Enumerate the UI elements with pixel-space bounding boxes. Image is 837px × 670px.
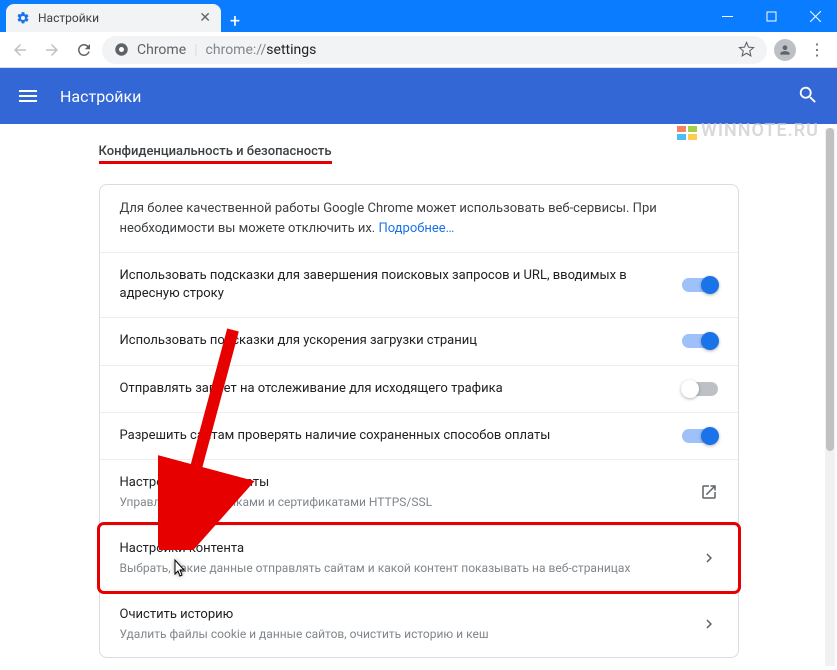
toggle-dnt[interactable]: [682, 382, 718, 396]
external-link-icon[interactable]: [700, 483, 718, 501]
row-sublabel: Управление настройками и сертификатами H…: [120, 494, 684, 511]
row-label: Настройки контента: [120, 540, 684, 558]
watermark: WINNOTE.RU: [677, 120, 819, 141]
tab-title: Настройки: [38, 11, 99, 25]
chrome-icon: [114, 42, 129, 57]
menu-icon[interactable]: [16, 84, 40, 108]
browser-menu-button[interactable]: ⋮: [803, 40, 831, 59]
profile-button[interactable]: [771, 36, 799, 64]
settings-content: Конфиденциальность и безопасность Для бо…: [0, 124, 837, 670]
chevron-right-icon: [700, 549, 718, 567]
close-icon[interactable]: ✕: [199, 10, 211, 26]
minimize-button[interactable]: [705, 0, 749, 32]
url-origin: Chrome: [137, 42, 186, 58]
intro-row: Для более качественной работы Google Chr…: [100, 185, 738, 252]
settings-title: Настройки: [60, 87, 141, 106]
tab-strip: Настройки ✕ +: [0, 0, 249, 32]
url-scheme: chrome://: [206, 42, 267, 58]
dnt-row[interactable]: Отправлять запрет на отслеживание для ис…: [100, 365, 738, 412]
avatar-icon: [774, 39, 796, 61]
browser-toolbar: Chrome | chrome://settings ⋮: [0, 32, 837, 68]
bookmark-icon[interactable]: [738, 41, 755, 58]
forward-button[interactable]: [38, 36, 66, 64]
section-title: Конфиденциальность и безопасность: [79, 144, 759, 172]
row-sublabel: Выбрать, какие данные отправлять сайтам …: [120, 560, 684, 577]
chevron-right-icon: [700, 615, 718, 633]
row-label: Разрешить сайтам проверять наличие сохра…: [120, 427, 666, 445]
flag-icon: [677, 124, 697, 138]
row-label: Использовать подсказки для завершения по…: [120, 267, 666, 303]
maximize-button[interactable]: [749, 0, 793, 32]
certs-row[interactable]: Настроить сертификаты Управление настрой…: [100, 459, 738, 525]
new-tab-button[interactable]: +: [221, 11, 249, 32]
content-settings-row[interactable]: Настройки контента Выбрать, какие данные…: [100, 525, 738, 591]
search-icon[interactable]: [797, 84, 821, 108]
prefetch-row[interactable]: Использовать подсказки для ускорения заг…: [100, 317, 738, 364]
settings-header: Настройки: [0, 68, 837, 124]
row-label: Использовать подсказки для ускорения заг…: [120, 332, 666, 350]
autocomplete-row[interactable]: Использовать подсказки для завершения по…: [100, 252, 738, 317]
close-window-button[interactable]: [793, 0, 837, 32]
browser-tab[interactable]: Настройки ✕: [6, 4, 221, 32]
back-button[interactable]: [6, 36, 34, 64]
row-label: Настроить сертификаты: [120, 474, 684, 492]
toggle-autocomplete[interactable]: [682, 278, 718, 292]
payment-row[interactable]: Разрешить сайтам проверять наличие сохра…: [100, 412, 738, 459]
toggle-prefetch[interactable]: [682, 334, 718, 348]
row-label: Отправлять запрет на отслеживание для ис…: [120, 380, 666, 398]
learn-more-link[interactable]: Подробнее…: [378, 221, 454, 236]
scrollbar-thumb[interactable]: [826, 128, 834, 451]
gear-icon: [16, 11, 30, 25]
reload-button[interactable]: [70, 36, 98, 64]
toggle-payment[interactable]: [682, 429, 718, 443]
window-controls: [705, 0, 837, 32]
url-path: settings: [266, 42, 316, 58]
row-label: Очистить историю: [120, 606, 684, 624]
address-bar[interactable]: Chrome | chrome://settings: [102, 36, 767, 64]
window-titlebar: Настройки ✕ +: [0, 0, 837, 32]
privacy-card: Для более качественной работы Google Chr…: [99, 184, 739, 658]
scrollbar[interactable]: [825, 128, 835, 666]
row-sublabel: Удалить файлы cookie и данные сайтов, оч…: [120, 626, 684, 643]
clear-history-row[interactable]: Очистить историю Удалить файлы cookie и …: [100, 591, 738, 657]
